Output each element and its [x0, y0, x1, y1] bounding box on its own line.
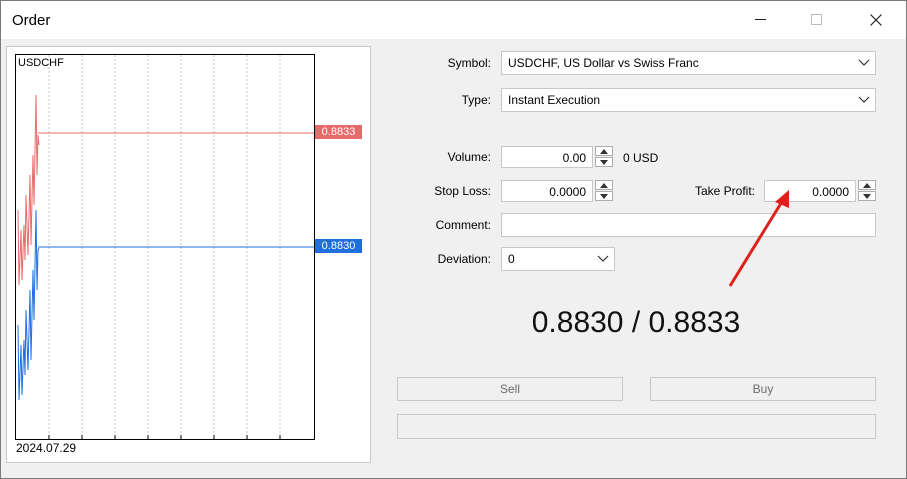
deviation-label: Deviation:	[437, 252, 491, 266]
type-select[interactable]: Instant Execution	[501, 88, 876, 112]
volume-value: 0.00	[562, 151, 586, 165]
volume-decrement-button[interactable]	[595, 157, 613, 167]
chevron-down-icon	[858, 96, 870, 103]
caret-up-icon	[600, 148, 608, 154]
caret-up-icon	[863, 182, 871, 188]
chart-canvas	[17, 55, 314, 439]
symbol-label: Symbol:	[447, 56, 491, 70]
caret-down-icon	[600, 193, 608, 199]
volume-stepper[interactable]	[595, 146, 613, 168]
take-profit-stepper[interactable]	[858, 180, 876, 202]
deviation-select[interactable]: 0	[501, 247, 615, 271]
bid-price-tag: 0.8830	[315, 239, 362, 253]
volume-label: Volume:	[447, 150, 491, 164]
bid-ask-quote: 0.8830 / 0.8833	[531, 306, 741, 339]
symbol-select[interactable]: USDCHF, US Dollar vs Swiss Franc	[501, 51, 876, 75]
stop-loss-decrement-button[interactable]	[595, 191, 613, 201]
comment-input[interactable]	[501, 213, 876, 237]
annotation-arrow	[728, 190, 789, 287]
type-select-value: Instant Execution	[508, 93, 601, 107]
ask-tick-series	[17, 94, 40, 286]
chart-date-label: 2024.07.29	[16, 441, 77, 455]
caret-up-icon	[600, 182, 608, 188]
title-bar[interactable]: Order	[1, 1, 906, 39]
stop-loss-input[interactable]: 0.0000	[501, 180, 593, 202]
symbol-select-value: USDCHF, US Dollar vs Swiss Franc	[508, 56, 699, 70]
chart-plot-area	[15, 54, 315, 440]
chevron-down-icon	[597, 255, 609, 262]
buy-button[interactable]: Buy	[650, 377, 876, 401]
window-title: Order	[12, 12, 51, 29]
stop-loss-value: 0.0000	[549, 185, 586, 199]
order-progress-bar	[397, 414, 876, 439]
close-icon	[870, 14, 882, 26]
order-dialog: Order USDCHF 0.8833 0.8830 2024.07.29 Sy…	[0, 0, 907, 479]
volume-increment-button[interactable]	[595, 146, 613, 156]
minimize-icon	[755, 19, 766, 20]
stop-loss-increment-button[interactable]	[595, 180, 613, 190]
maximize-button	[794, 1, 840, 39]
take-profit-value: 0.0000	[812, 185, 849, 199]
tick-chart: USDCHF 0.8833 0.8830 2024.07.29	[6, 46, 371, 463]
volume-unit-label: 0 USD	[623, 151, 659, 165]
take-profit-increment-button[interactable]	[858, 180, 876, 190]
chart-symbol-label: USDCHF	[18, 57, 64, 69]
minimize-button[interactable]	[738, 1, 784, 39]
type-label: Type:	[461, 93, 491, 107]
stop-loss-stepper[interactable]	[595, 180, 613, 202]
chevron-down-icon	[858, 59, 870, 66]
close-button[interactable]	[853, 1, 899, 39]
caret-down-icon	[600, 159, 608, 165]
volume-input[interactable]: 0.00	[501, 146, 593, 168]
stop-loss-label: Stop Loss:	[434, 184, 491, 198]
chart-x-ticks	[48, 435, 281, 439]
sell-button[interactable]: Sell	[397, 377, 623, 401]
ask-price-tag: 0.8833	[315, 125, 362, 139]
caret-down-icon	[863, 193, 871, 199]
comment-label: Comment:	[435, 218, 491, 232]
maximize-icon	[811, 14, 822, 25]
deviation-select-value: 0	[508, 252, 515, 266]
take-profit-decrement-button[interactable]	[858, 191, 876, 201]
